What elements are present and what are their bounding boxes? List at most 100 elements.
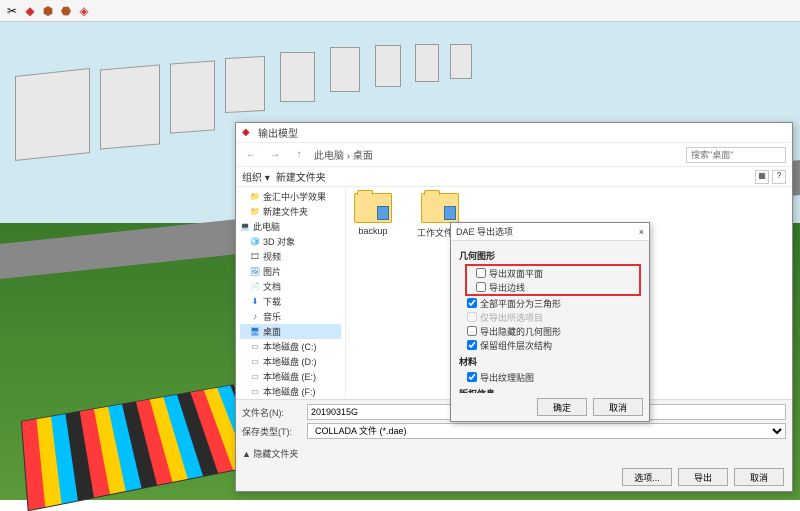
tree-item[interactable]: ▭本地磁盘 (C:) [240,339,341,354]
folder-icon [354,193,392,223]
folder-icon: ▭ [250,357,260,367]
tree-label: 桌面 [263,325,281,338]
folder-icon: 🖼 [250,267,260,277]
tree-label: 文档 [263,280,281,293]
tree-item[interactable]: ▭本地磁盘 (E:) [240,369,341,384]
folder-icon: 📁 [250,207,260,217]
options-cancel-button[interactable]: 取消 [593,398,643,416]
tree-label: 金汇中小学效果 [263,190,326,203]
check-two-sided[interactable]: 导出双面平面 [468,266,638,280]
tree-label: 本地磁盘 (F:) [263,385,316,398]
tree-item[interactable]: ▭本地磁盘 (F:) [240,384,341,399]
view-help-button[interactable]: ? [772,170,786,184]
tree-item[interactable]: 🎞视频 [240,249,341,264]
folder-tree[interactable]: 📁金汇中小学效果📁新建文件夹💻此电脑🧊3D 对象🎞视频🖼图片📄文档⬇下载♪音乐🖥… [236,187,346,399]
folder-icon: 🖥 [250,327,260,337]
dae-options-dialog: DAE 导出选项 × 几何图形 导出双面平面 导出边线 全部平面分为三角形 仅导… [450,222,650,422]
file-item[interactable]: backup [354,193,392,236]
tree-item[interactable]: 💻此电脑 [240,219,341,234]
organize-menu[interactable]: 组织 ▾ [242,169,270,184]
folder-icon: 💻 [240,222,250,232]
folder-icon: 🎞 [250,252,260,262]
building-model [15,68,90,161]
colorful-building [21,384,267,511]
filetype-label: 保存类型(T): [242,425,302,438]
tool-scissors-icon[interactable]: ✂ [4,3,20,19]
check-triangulate[interactable]: 全部平面分为三角形 [459,296,641,310]
tool-box1-icon[interactable]: ⬢ [40,3,56,19]
cancel-button[interactable]: 取消 [734,468,784,486]
tree-item[interactable]: 🧊3D 对象 [240,234,341,249]
tree-label: 3D 对象 [263,235,295,248]
building-model [100,64,160,149]
folder-icon: ▭ [250,372,260,382]
check-hidden-geom[interactable]: 导出隐藏的几何图形 [459,324,641,338]
building-model [375,45,401,87]
options-button[interactable]: 选项... [622,468,672,486]
tree-item[interactable]: 📁金汇中小学效果 [240,189,341,204]
nav-forward-icon[interactable]: → [266,149,284,160]
tree-label: 本地磁盘 (E:) [263,370,316,383]
folder-icon: 🧊 [250,237,260,247]
tree-label: 视频 [263,250,281,263]
building-model [170,60,215,133]
folder-icon: ♪ [250,312,260,322]
options-buttons: 确定 取消 [451,393,649,421]
nav-bar: ← → ↑ 此电脑 › 桌面 [236,143,792,167]
check-selection-only: 仅导出所选项目 [459,310,641,324]
check-export-edges[interactable]: 导出边线 [468,280,638,294]
dialog-title: 输出模型 [258,125,298,140]
building-model [450,44,472,79]
nav-up-icon[interactable]: ↑ [290,149,308,160]
ok-button[interactable]: 确定 [537,398,587,416]
file-label: backup [358,226,387,236]
building-model [280,52,315,102]
building-model [330,47,360,92]
tree-item[interactable]: ▭本地磁盘 (D:) [240,354,341,369]
folder-icon: ⬇ [250,297,260,307]
tree-label: 音乐 [263,310,281,323]
close-icon[interactable]: × [639,227,644,237]
filetype-select[interactable]: COLLADA 文件 (*.dae) [307,423,786,439]
main-toolbar: ✂ ◆ ⬢ ⬣ ◈ [0,0,800,22]
tree-item[interactable]: 🖼图片 [240,264,341,279]
breadcrumb[interactable]: 此电脑 › 桌面 [314,147,680,162]
section-materials: 材料 [459,355,641,368]
options-title: DAE 导出选项 [456,225,513,238]
folder-icon: ▭ [250,387,260,397]
filename-label: 文件名(N): [242,406,302,419]
tree-label: 下载 [263,295,281,308]
folder-icon: 📄 [250,282,260,292]
building-model [225,56,265,113]
folder-icon [421,193,459,223]
search-input[interactable] [686,147,786,163]
tree-item[interactable]: 🖥桌面 [240,324,341,339]
file-toolbar: 组织 ▾ 新建文件夹 ▦ ? [236,167,792,187]
building-model [415,44,439,82]
view-icons-button[interactable]: ▦ [755,170,769,184]
tree-label: 新建文件夹 [263,205,308,218]
dialog-buttons: 选项... 导出 取消 [236,463,792,491]
folder-icon: 📁 [250,192,260,202]
tool-diamond-icon[interactable]: ◆ [22,3,38,19]
tree-label: 本地磁盘 (D:) [263,355,317,368]
tree-label: 本地磁盘 (C:) [263,340,317,353]
export-button[interactable]: 导出 [678,468,728,486]
tool-box2-icon[interactable]: ⬣ [58,3,74,19]
check-hierarchy[interactable]: 保留组件层次结构 [459,338,641,352]
hide-folders-toggle[interactable]: ▲ 隐藏文件夹 [236,443,792,463]
section-geometry: 几何图形 [459,249,641,262]
highlighted-options: 导出双面平面 导出边线 [465,264,641,296]
tree-item[interactable]: 📄文档 [240,279,341,294]
nav-back-icon[interactable]: ← [242,149,260,160]
app-icon: ◆ [242,127,254,139]
tool-gem-icon[interactable]: ◈ [76,3,92,19]
new-folder-button[interactable]: 新建文件夹 [276,169,326,184]
tree-item[interactable]: ⬇下载 [240,294,341,309]
options-titlebar[interactable]: DAE 导出选项 × [451,223,649,241]
tree-item[interactable]: 📁新建文件夹 [240,204,341,219]
check-textures[interactable]: 导出纹理贴图 [459,370,641,384]
dialog-titlebar[interactable]: ◆ 输出模型 [236,123,792,143]
tree-item[interactable]: ♪音乐 [240,309,341,324]
tree-label: 此电脑 [253,220,280,233]
